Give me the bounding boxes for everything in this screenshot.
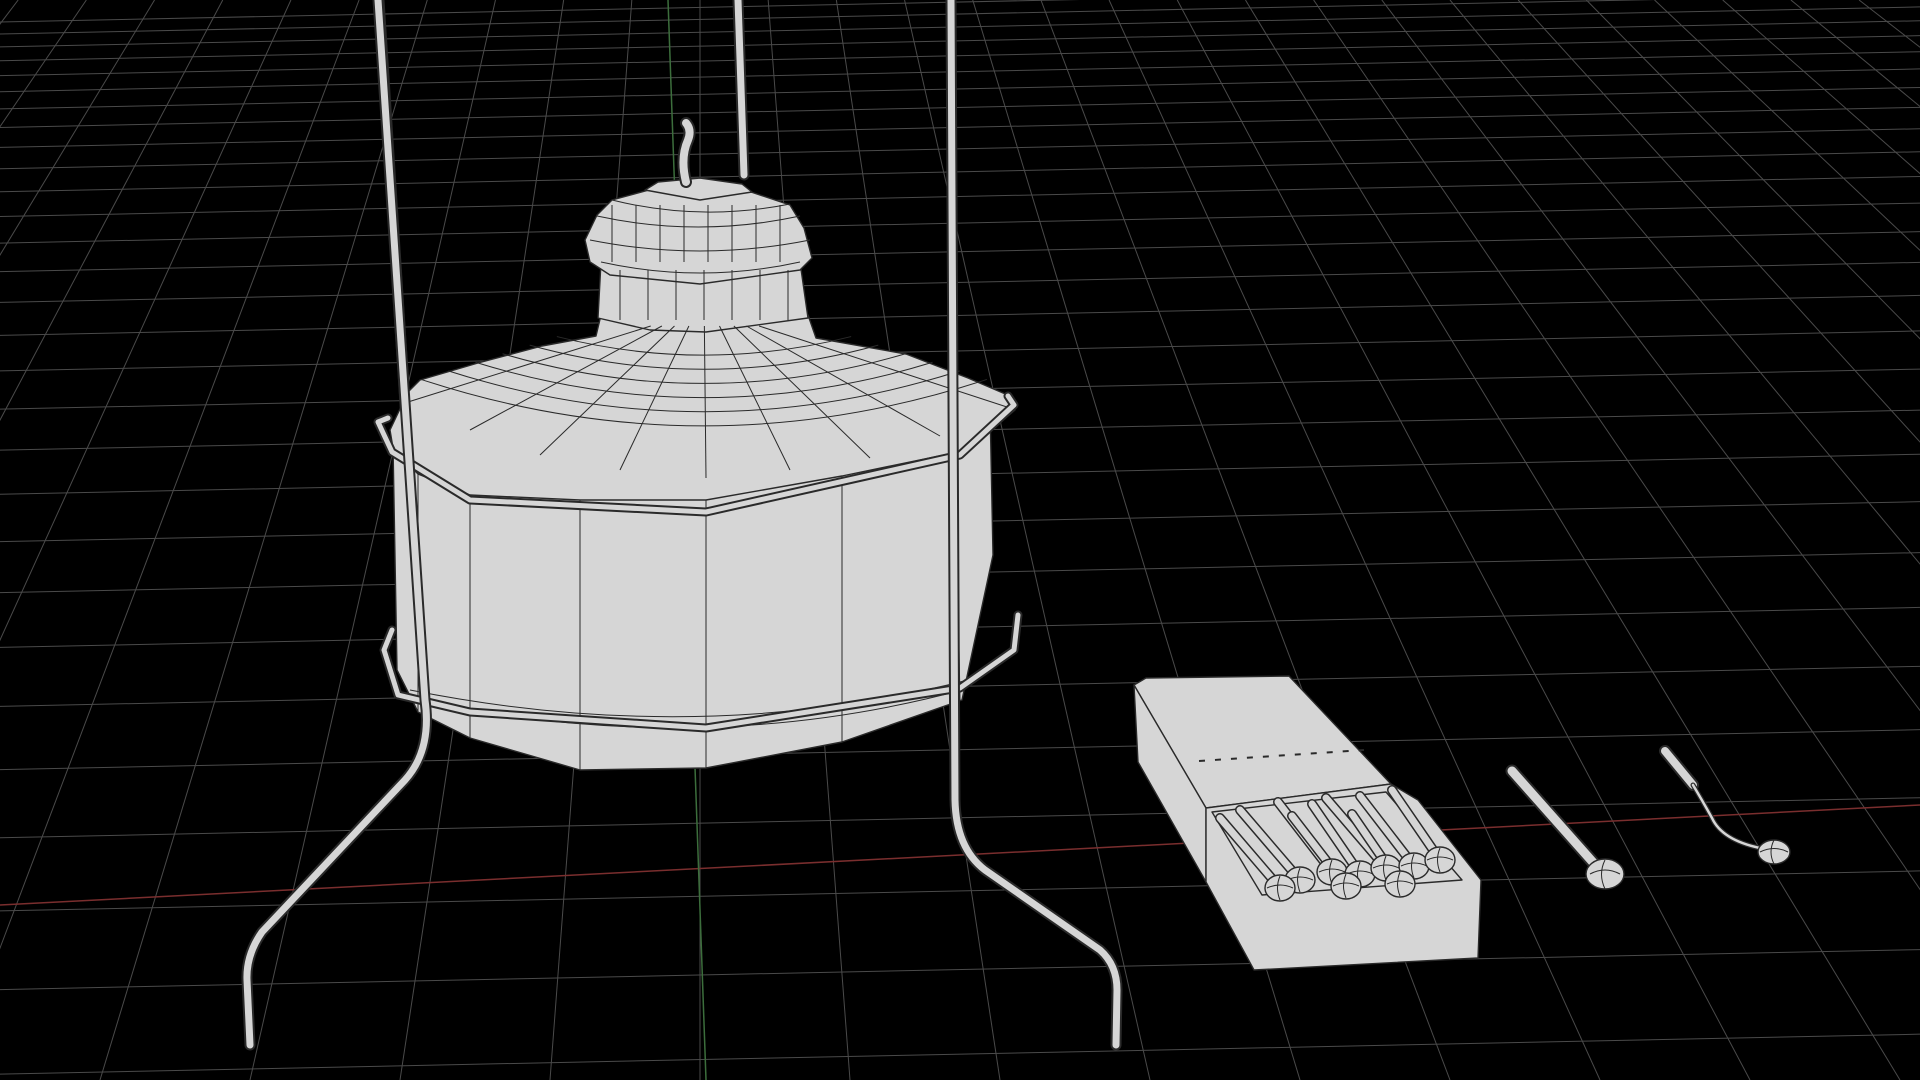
match-head xyxy=(1585,858,1625,890)
3d-viewport[interactable] xyxy=(0,0,1920,1080)
burnt-match-head xyxy=(1757,839,1791,865)
